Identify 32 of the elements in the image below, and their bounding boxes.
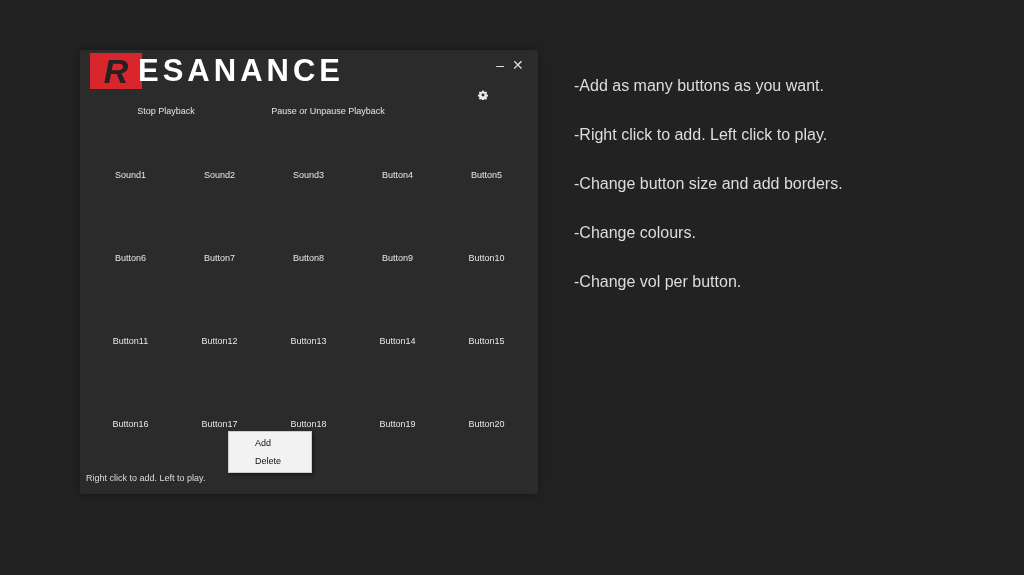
sound-button[interactable]: Button12: [201, 335, 238, 346]
sound-button[interactable]: Sound3: [293, 169, 324, 180]
feature-note: -Right click to add. Left click to play.: [574, 125, 829, 145]
sound-button[interactable]: Button10: [468, 252, 505, 263]
sound-button[interactable]: Button11: [112, 335, 149, 346]
sound-button[interactable]: Button7: [204, 252, 235, 263]
sound-button[interactable]: Button9: [382, 252, 413, 263]
sound-button[interactable]: Button17: [201, 418, 238, 429]
sound-button[interactable]: Button18: [290, 418, 327, 429]
sound-button[interactable]: Button4: [382, 169, 413, 180]
menu-item[interactable]: Delete: [229, 452, 311, 470]
sound-button[interactable]: Button14: [379, 335, 416, 346]
close-button[interactable]: ✕: [510, 56, 526, 74]
sound-button[interactable]: Sound1: [115, 169, 146, 180]
sound-button[interactable]: Button13: [290, 335, 327, 346]
menu-item[interactable]: Add: [229, 434, 311, 452]
feature-note: -Change button size and add borders.: [574, 174, 843, 194]
feature-note: -Add as many buttons as you want.: [574, 76, 825, 96]
feature-note: -Change vol per button.: [574, 272, 743, 292]
sound-button[interactable]: Button5: [471, 169, 502, 180]
feature-note: -Change colours.: [574, 223, 697, 243]
sound-button[interactable]: Button6: [115, 252, 146, 263]
sound-button[interactable]: Button8: [293, 252, 324, 263]
minimize-button[interactable]: –: [494, 56, 506, 74]
sound-button[interactable]: Sound2: [204, 169, 235, 180]
sound-button[interactable]: Button20: [468, 418, 505, 429]
sound-button[interactable]: Button15: [468, 335, 505, 346]
sound-button[interactable]: Button16: [112, 418, 149, 429]
sound-button[interactable]: Button19: [379, 418, 416, 429]
playback-button[interactable]: Pause or Unpause Playback: [248, 103, 408, 119]
status-text: Right click to add. Left to play.: [86, 473, 206, 483]
playback-button[interactable]: Stop Playback: [86, 103, 246, 119]
